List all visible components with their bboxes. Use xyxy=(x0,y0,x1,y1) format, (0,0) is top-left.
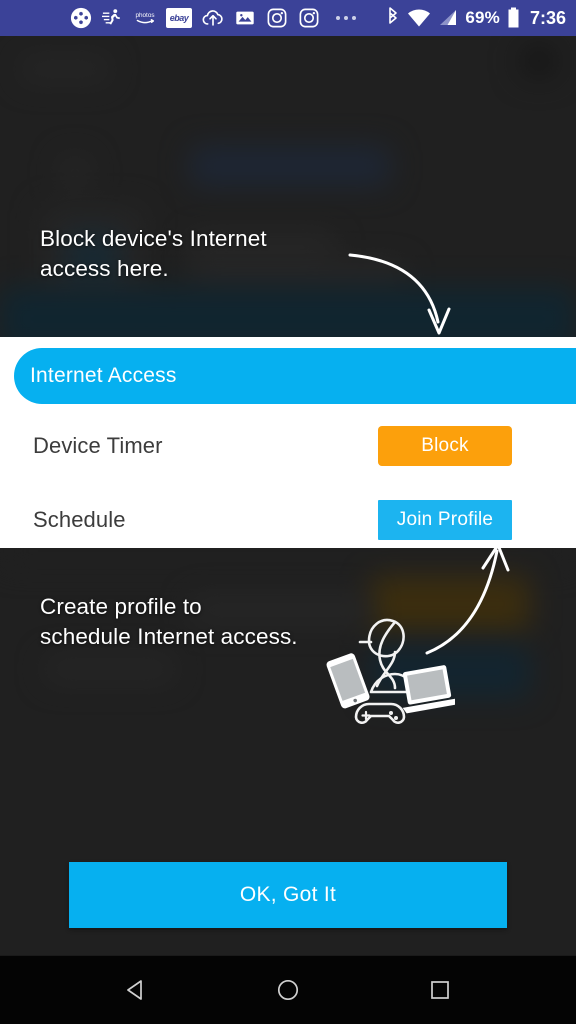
android-nav-bar xyxy=(0,955,576,1024)
highlighted-settings-card: Internet Access Device Timer Block Sched… xyxy=(0,337,576,548)
schedule-label: Schedule xyxy=(33,507,126,532)
nav-home-button[interactable] xyxy=(258,960,318,1020)
row-device-timer: Device Timer Block xyxy=(0,415,576,477)
home-circle-icon xyxy=(277,979,299,1001)
amazon-photos-icon: photos xyxy=(136,12,155,24)
svg-text:photos: photos xyxy=(136,12,155,19)
ok-got-it-button[interactable]: OK, Got It xyxy=(69,862,507,928)
gallery-image-icon xyxy=(236,11,254,25)
profile-devices-illustration xyxy=(326,618,455,724)
ebay-icon: ebay xyxy=(166,8,192,28)
coach-bottom-line2: schedule Internet access. xyxy=(40,623,298,649)
ebay-label: ebay xyxy=(169,13,189,23)
nav-recents-button[interactable] xyxy=(410,960,470,1020)
recents-square-icon xyxy=(431,981,449,999)
coach-text-bottom: Create profile to schedule Internet acce… xyxy=(40,592,298,652)
bluetooth-icon xyxy=(389,7,398,24)
puzzle-app-icon xyxy=(70,7,92,29)
wifi-icon xyxy=(408,9,431,27)
phone-screen: photos ebay 69% 7:36 Block device's Inte… xyxy=(0,0,576,1024)
coach-top-line2: access here. xyxy=(40,255,169,281)
battery-icon xyxy=(508,7,519,28)
status-bar: photos ebay 69% 7:36 xyxy=(0,0,576,36)
internet-access-label: Internet Access xyxy=(30,364,177,387)
curved-arrow-down-icon xyxy=(348,253,451,335)
running-fitness-icon xyxy=(102,9,120,25)
smartphone-icon xyxy=(326,653,370,709)
battery-percent-label: 69% xyxy=(465,8,500,27)
nav-back-button[interactable] xyxy=(106,960,166,1020)
coach-text-top: Block device's Internet access here. xyxy=(40,224,267,284)
internet-access-pill[interactable]: Internet Access xyxy=(14,348,576,404)
instagram-icon xyxy=(267,8,287,28)
back-triangle-icon xyxy=(127,980,142,1000)
device-timer-label: Device Timer xyxy=(33,433,163,458)
cloud-upload-icon xyxy=(202,10,223,26)
row-schedule: Schedule Join Profile xyxy=(0,489,576,551)
status-system-icons: 69% 7:36 xyxy=(386,7,566,29)
block-button[interactable]: Block xyxy=(378,426,512,466)
overflow-dots-icon xyxy=(336,16,356,20)
coach-bottom-line1: Create profile to xyxy=(40,594,202,619)
laptop-icon xyxy=(402,665,455,714)
clock-label: 7:36 xyxy=(529,7,566,28)
status-notification-icons: photos ebay xyxy=(70,7,386,29)
cell-signal-icon xyxy=(440,10,457,25)
coach-top-line1: Block device's Internet xyxy=(40,226,267,251)
join-profile-button[interactable]: Join Profile xyxy=(378,500,512,540)
instagram-icon-2 xyxy=(299,8,319,28)
game-controller-icon xyxy=(354,702,406,724)
